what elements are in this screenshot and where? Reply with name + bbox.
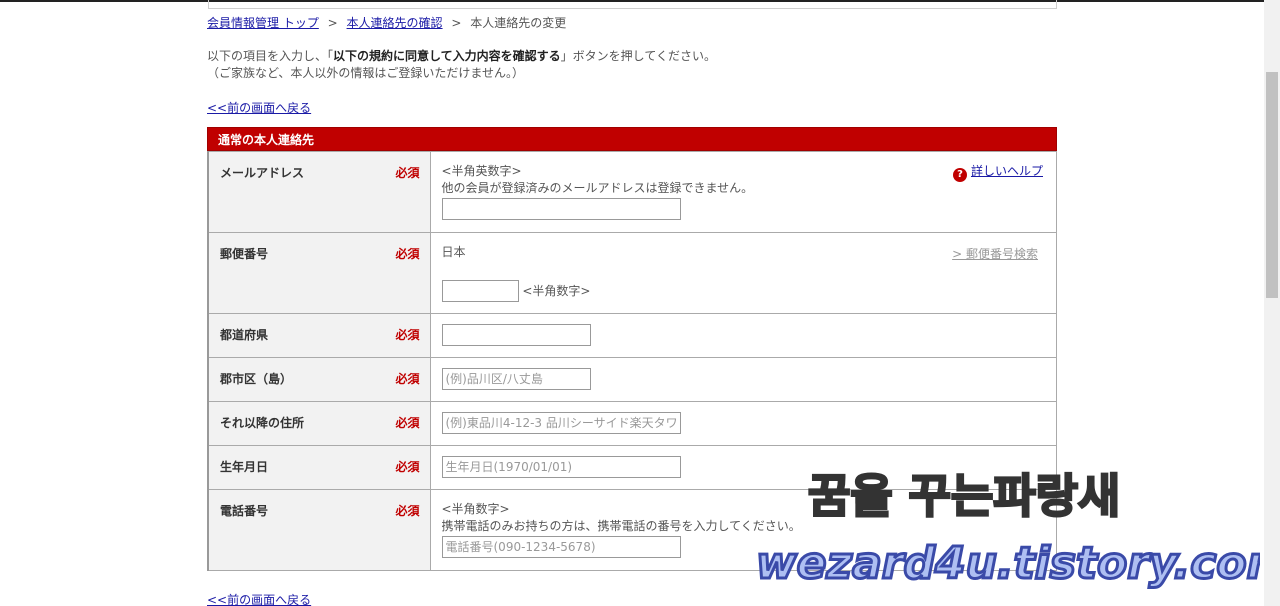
city-label: 郡市区（島） bbox=[220, 372, 293, 386]
address-input[interactable] bbox=[441, 412, 681, 434]
row-label-cell: 電話番号 必須 bbox=[207, 489, 431, 571]
email-input[interactable] bbox=[441, 198, 681, 220]
watermark-line-1: 꿈을 꾸는파랑새 bbox=[808, 469, 1120, 523]
required-badge: 必須 bbox=[395, 247, 420, 261]
form-row-email: メールアドレス 必須 <半角英数字> 他の会員が登録済みのメールアドレスは登録で… bbox=[207, 151, 1057, 233]
zip-format-hint: <半角数字> bbox=[522, 284, 591, 298]
breadcrumb-link-top[interactable]: 会員情報管理 トップ bbox=[207, 16, 319, 30]
required-badge: 必須 bbox=[395, 372, 420, 386]
required-badge: 必須 bbox=[395, 416, 420, 430]
birthday-input[interactable] bbox=[441, 456, 681, 478]
row-label-cell: 郡市区（島） 必須 bbox=[207, 357, 431, 402]
breadcrumb: 会員情報管理 トップ > 本人連絡先の確認 > 本人連絡先の変更 bbox=[207, 14, 566, 31]
email-label: メールアドレス bbox=[220, 166, 305, 180]
intro-text: 以下の項目を入力し、「以下の規約に同意して入力内容を確認する」ボタンを押してくだ… bbox=[207, 48, 716, 82]
row-field-cell bbox=[429, 313, 1057, 358]
address-label: それ以降の住所 bbox=[220, 416, 305, 430]
phone-input[interactable] bbox=[441, 536, 681, 558]
row-label-cell: 生年月日 必須 bbox=[207, 445, 431, 490]
breadcrumb-separator: > bbox=[451, 16, 462, 30]
required-badge: 必須 bbox=[395, 504, 420, 518]
phone-label: 電話番号 bbox=[220, 504, 269, 518]
help-link[interactable]: ? 詳しいヘルプ bbox=[952, 162, 1043, 182]
prefecture-input[interactable] bbox=[441, 324, 591, 346]
breadcrumb-separator: > bbox=[327, 16, 338, 30]
zip-label: 郵便番号 bbox=[220, 247, 269, 261]
form-row-city: 郡市区（島） 必須 bbox=[207, 357, 1057, 402]
email-note: 他の会員が登録済みのメールアドレスは登録できません。 bbox=[441, 181, 754, 195]
row-label-cell: それ以降の住所 必須 bbox=[207, 401, 431, 446]
zip-input[interactable] bbox=[441, 280, 519, 302]
form-section-title: 通常の本人連絡先 bbox=[207, 127, 1057, 151]
watermark: 꿈을 꾸는파랑새 wezard4u.tistory.com bbox=[755, 468, 1261, 591]
intro-line-1-post: 」ボタンを押してください。 bbox=[560, 49, 716, 63]
row-field-cell bbox=[429, 357, 1057, 402]
row-field-cell bbox=[429, 401, 1057, 446]
zip-search-link[interactable]: > 郵便番号検索 bbox=[952, 245, 1038, 262]
row-label-cell: 都道府県 必須 bbox=[207, 313, 431, 358]
row-label-cell: メールアドレス 必須 bbox=[207, 151, 431, 233]
page-scrollbar[interactable] bbox=[1264, 0, 1280, 606]
row-label-cell: 郵便番号 必須 bbox=[207, 232, 431, 314]
help-question-icon: ? bbox=[952, 168, 967, 182]
form-row-prefecture: 都道府県 必須 bbox=[207, 313, 1057, 358]
intro-line-2: （ご家族など、本人以外の情報はご登録いただけません。） bbox=[207, 66, 525, 80]
back-link-top[interactable]: <<前の画面へ戻る bbox=[207, 99, 311, 116]
required-badge: 必須 bbox=[395, 166, 420, 180]
back-link-bottom[interactable]: <<前の画面へ戻る bbox=[207, 591, 311, 606]
row-field-cell: <半角英数字> 他の会員が登録済みのメールアドレスは登録できません。 ? 詳しいヘ… bbox=[429, 151, 1057, 233]
scrollbar-thumb[interactable] bbox=[1266, 72, 1278, 298]
form-row-zip: 郵便番号 必須 日本 <半角数字> > 郵便番号検索 bbox=[207, 232, 1057, 314]
city-input[interactable] bbox=[441, 368, 591, 390]
intro-line-1-bold: 以下の規約に同意して入力内容を確認する bbox=[333, 49, 561, 63]
zip-input-group: <半角数字> bbox=[441, 280, 1045, 302]
birthday-label: 生年月日 bbox=[220, 460, 269, 474]
prefecture-label: 都道府県 bbox=[220, 328, 269, 342]
form-row-address: それ以降の住所 必須 bbox=[207, 401, 1057, 446]
header-box-remnant bbox=[208, 0, 1057, 9]
intro-line-1-pre: 以下の項目を入力し、「 bbox=[207, 49, 334, 63]
breadcrumb-link-confirm[interactable]: 本人連絡先の確認 bbox=[347, 16, 443, 30]
intro-line-1: 以下の項目を入力し、「以下の規約に同意して入力内容を確認する」ボタンを押してくだ… bbox=[207, 48, 716, 65]
help-link-label: 詳しいヘルプ bbox=[970, 164, 1043, 178]
required-badge: 必須 bbox=[395, 460, 420, 474]
breadcrumb-current: 本人連絡先の変更 bbox=[470, 16, 567, 30]
row-field-cell: 日本 <半角数字> > 郵便番号検索 bbox=[429, 232, 1057, 314]
watermark-line-2: wezard4u.tistory.com bbox=[756, 538, 1260, 589]
required-badge: 必須 bbox=[395, 328, 420, 342]
